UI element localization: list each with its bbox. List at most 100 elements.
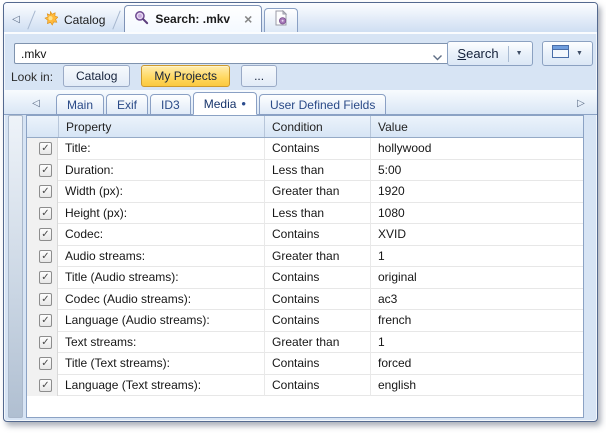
criteria-condition-cell[interactable]: Contains [264, 375, 370, 397]
criteria-checkbox[interactable]: ✓ [39, 164, 52, 177]
criteria-row: ✓ Width (px): Greater than 1920 [27, 181, 583, 203]
tab-catalog[interactable]: Catalog [39, 9, 109, 32]
filter-scroll-right-icon[interactable]: ▷ [573, 98, 589, 114]
criteria-condition-cell[interactable]: Greater than [264, 246, 370, 268]
criteria-condition-cell[interactable]: Contains [264, 138, 370, 160]
criteria-value-cell[interactable]: french [370, 310, 583, 332]
filter-tab-exif[interactable]: Exif [106, 94, 148, 115]
combo-dropdown-icon[interactable] [432, 49, 444, 59]
criteria-value-cell[interactable]: 1080 [370, 203, 583, 225]
search-window: ◁ Catalog Search: .mkv × Search ▼ [3, 2, 598, 422]
criteria-checkbox[interactable]: ✓ [39, 142, 52, 155]
look-in-button-catalog[interactable]: Catalog [63, 65, 130, 87]
criteria-property-cell[interactable]: Codec: [58, 224, 264, 246]
criteria-property-cell[interactable]: Title (Text streams): [58, 353, 264, 375]
criteria-condition-cell[interactable]: Less than [264, 160, 370, 182]
look-in-button-item-2[interactable]: ... [241, 65, 277, 87]
criteria-checkbox-cell: ✓ [27, 332, 58, 354]
header-property: Property [58, 116, 264, 137]
criteria-property-cell[interactable]: Width (px): [58, 181, 264, 203]
criteria-checkbox-cell: ✓ [27, 224, 58, 246]
magnifier-icon [134, 10, 149, 28]
criteria-value-cell[interactable]: forced [370, 353, 583, 375]
criteria-value-cell[interactable]: original [370, 267, 583, 289]
criteria-value-cell[interactable]: 1920 [370, 181, 583, 203]
criteria-value-cell[interactable]: 1 [370, 246, 583, 268]
criteria-checkbox[interactable]: ✓ [39, 314, 52, 327]
criteria-condition-cell[interactable]: Contains [264, 310, 370, 332]
search-dropdown-icon[interactable]: ▼ [516, 50, 523, 57]
criteria-checkbox-cell: ✓ [27, 160, 58, 182]
filter-tab-id3[interactable]: ID3 [150, 94, 191, 115]
criteria-condition-cell[interactable]: Greater than [264, 332, 370, 354]
look-in-button-my-projects[interactable]: My Projects [141, 65, 230, 87]
window-layout-icon [552, 45, 569, 63]
criteria-condition-cell[interactable]: Greater than [264, 181, 370, 203]
criteria-value-cell[interactable]: XVID [370, 224, 583, 246]
criteria-header-row: Property Condition Value [27, 116, 583, 138]
criteria-condition-cell[interactable]: Contains [264, 267, 370, 289]
criteria-property-cell[interactable]: Text streams: [58, 332, 264, 354]
criteria-panel: Property Condition Value ✓ Title: Contai… [26, 115, 584, 418]
criteria-row: ✓ Language (Text streams): Contains engl… [27, 375, 583, 397]
criteria-checkbox[interactable]: ✓ [39, 336, 52, 349]
criteria-row: ✓ Title (Audio streams): Contains origin… [27, 267, 583, 289]
starburst-icon [43, 11, 58, 29]
criteria-row: ✓ Language (Audio streams): Contains fre… [27, 310, 583, 332]
criteria-checkbox[interactable]: ✓ [39, 185, 52, 198]
criteria-checkbox[interactable]: ✓ [39, 293, 52, 306]
criteria-value-cell[interactable]: hollywood [370, 138, 583, 160]
criteria-condition-cell[interactable]: Contains [264, 224, 370, 246]
filter-tabstrip: ◁ Main Exif ID3 Media • User Defined Fie… [4, 90, 597, 115]
view-dropdown-icon[interactable]: ▼ [576, 50, 583, 57]
filter-tab-user-defined-fields[interactable]: User Defined Fields [259, 94, 386, 115]
criteria-condition-cell[interactable]: Contains [264, 289, 370, 311]
criteria-property-cell[interactable]: Height (px): [58, 203, 264, 225]
criteria-checkbox-cell: ✓ [27, 353, 58, 375]
criteria-condition-cell[interactable]: Less than [264, 203, 370, 225]
criteria-checkbox[interactable]: ✓ [39, 207, 52, 220]
tab-new-media[interactable] [264, 8, 298, 32]
criteria-value-cell[interactable]: 5:00 [370, 160, 583, 182]
search-button-label: Search [457, 46, 498, 61]
criteria-checkbox[interactable]: ✓ [39, 271, 52, 284]
criteria-row: ✓ Codec: Contains XVID [27, 224, 583, 246]
criteria-value-cell[interactable]: ac3 [370, 289, 583, 311]
tab-search-mkv[interactable]: Search: .mkv × [124, 5, 262, 32]
button-divider [508, 46, 509, 62]
look-in-label: Look in: [11, 70, 53, 84]
criteria-condition-cell[interactable]: Contains [264, 353, 370, 375]
search-input[interactable] [14, 43, 450, 64]
criteria-row: ✓ Title (Text streams): Contains forced [27, 353, 583, 375]
criteria-value-cell[interactable]: 1 [370, 332, 583, 354]
criteria-checkbox[interactable]: ✓ [39, 357, 52, 370]
criteria-property-cell[interactable]: Language (Audio streams): [58, 310, 264, 332]
left-splitter[interactable] [8, 115, 23, 418]
criteria-checkbox-cell: ✓ [27, 267, 58, 289]
criteria-property-cell[interactable]: Language (Text streams): [58, 375, 264, 397]
criteria-checkbox[interactable]: ✓ [39, 228, 52, 241]
filter-scroll-left-icon[interactable]: ◁ [28, 98, 44, 114]
criteria-property-cell[interactable]: Title: [58, 138, 264, 160]
criteria-checkbox-cell: ✓ [27, 181, 58, 203]
criteria-checkbox[interactable]: ✓ [39, 250, 52, 263]
filter-tab-main[interactable]: Main [56, 94, 104, 115]
criteria-row: ✓ Audio streams: Greater than 1 [27, 246, 583, 268]
criteria-checkbox-cell: ✓ [27, 289, 58, 311]
close-tab-icon[interactable]: × [244, 13, 252, 25]
criteria-property-cell[interactable]: Title (Audio streams): [58, 267, 264, 289]
criteria-property-cell[interactable]: Audio streams: [58, 246, 264, 268]
criteria-value-cell[interactable]: english [370, 375, 583, 397]
tab-scroll-left-icon[interactable]: ◁ [8, 14, 24, 32]
header-condition: Condition [264, 116, 370, 137]
search-button[interactable]: Search ▼ [447, 41, 533, 66]
criteria-checkbox-cell: ✓ [27, 310, 58, 332]
criteria-checkbox-cell: ✓ [27, 375, 58, 397]
view-options-button[interactable]: ▼ [542, 41, 593, 66]
look-in-group: Catalog My Projects ... [63, 65, 277, 87]
filter-tab-media[interactable]: Media • [193, 92, 257, 115]
header-checkbox-column [27, 116, 58, 137]
criteria-checkbox[interactable]: ✓ [39, 379, 52, 392]
criteria-property-cell[interactable]: Codec (Audio streams): [58, 289, 264, 311]
criteria-property-cell[interactable]: Duration: [58, 160, 264, 182]
